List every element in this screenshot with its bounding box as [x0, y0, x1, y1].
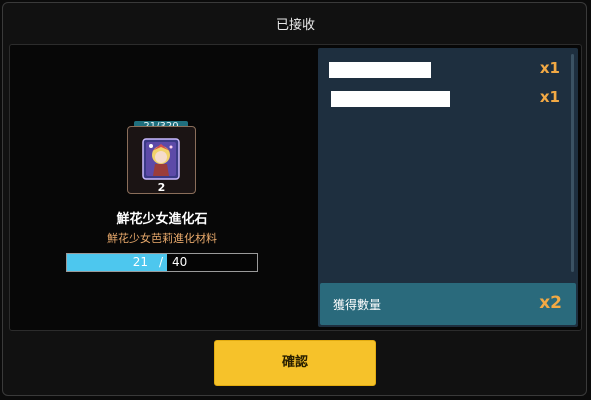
reward-quantity: x1 [539, 59, 560, 77]
reward-row: x1 [318, 59, 578, 81]
reward-name-redacted [329, 62, 431, 78]
total-summary-bar: 獲得數量 x2 [320, 283, 576, 325]
progress-max: 40 [172, 255, 188, 269]
total-value: x2 [539, 293, 562, 313]
flower-girl-evolution-stone-icon [142, 138, 180, 180]
item-progress-text: 21 / 40 [67, 254, 257, 271]
item-progress-bar: 21 / 40 [66, 253, 258, 272]
reward-list-scrollbar[interactable] [571, 54, 574, 272]
reward-quantity: x1 [539, 88, 560, 106]
reward-name-redacted [331, 91, 450, 107]
total-label: 獲得數量 [333, 298, 382, 312]
confirm-button[interactable]: 確認 [214, 340, 376, 386]
item-quantity: 2 [157, 181, 166, 194]
progress-separator: / [159, 255, 164, 269]
dialog-title: 已接收 [275, 18, 315, 33]
item-description: 鮮花少女芭莉進化材料 [107, 232, 217, 245]
reward-row: x1 [318, 88, 578, 110]
progress-current: 21 [132, 255, 148, 269]
item-name: 鮮花少女進化石 [116, 212, 208, 227]
